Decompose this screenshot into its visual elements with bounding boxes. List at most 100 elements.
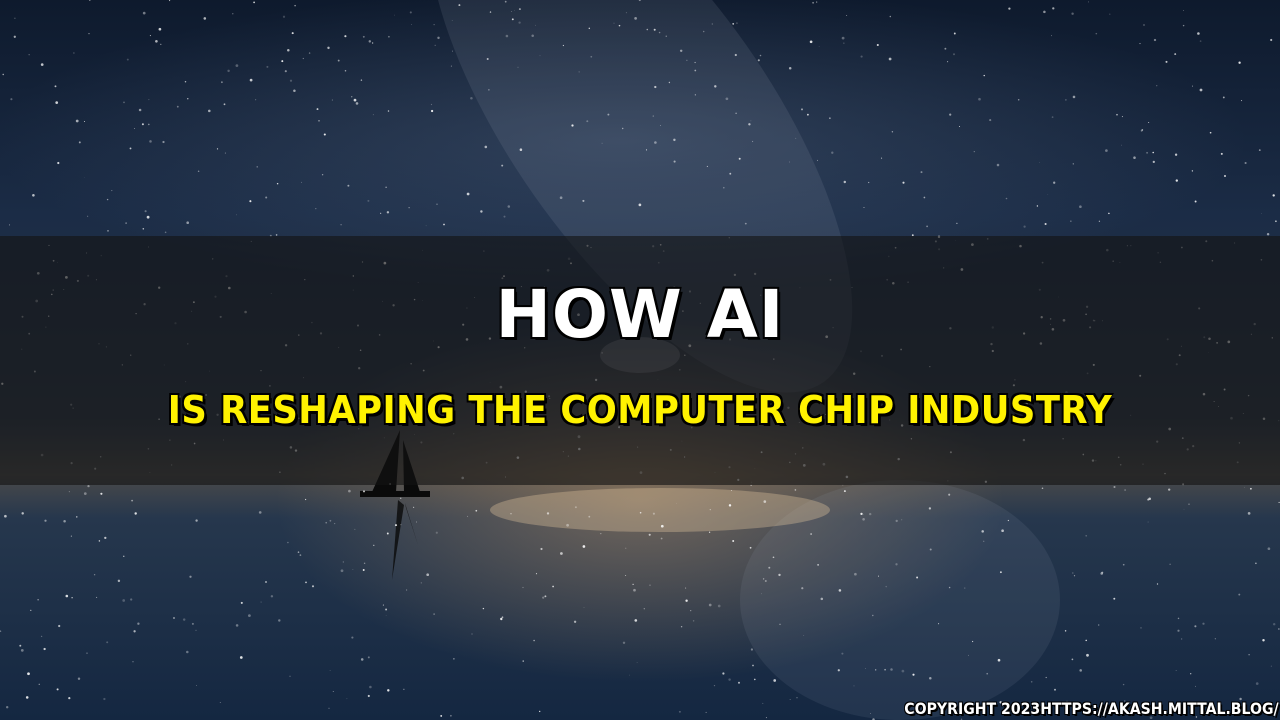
star xyxy=(901,519,903,521)
star xyxy=(289,675,291,677)
star xyxy=(916,576,919,579)
star xyxy=(694,61,696,64)
star xyxy=(983,74,985,77)
star xyxy=(690,610,692,612)
star xyxy=(363,562,366,564)
star xyxy=(772,556,775,559)
star xyxy=(40,635,43,638)
star xyxy=(1079,669,1082,672)
star xyxy=(149,35,151,37)
star xyxy=(956,222,958,225)
star xyxy=(325,521,327,524)
star xyxy=(676,502,677,504)
star xyxy=(1255,562,1257,565)
star xyxy=(870,713,871,714)
star xyxy=(973,151,975,153)
star xyxy=(355,102,359,105)
star xyxy=(1105,149,1108,152)
star xyxy=(500,617,503,621)
star xyxy=(1183,508,1185,510)
star xyxy=(352,568,354,570)
star xyxy=(21,512,24,515)
star xyxy=(43,647,46,651)
star xyxy=(1007,519,1010,522)
star xyxy=(362,490,366,493)
star xyxy=(1109,13,1111,15)
star xyxy=(340,569,344,573)
star xyxy=(284,70,287,73)
star xyxy=(1133,156,1136,159)
star xyxy=(416,521,417,523)
star xyxy=(387,689,390,692)
star xyxy=(1224,175,1226,177)
star xyxy=(331,99,333,101)
star xyxy=(708,531,711,533)
star xyxy=(329,670,331,672)
star xyxy=(425,225,427,227)
star xyxy=(436,203,438,205)
star xyxy=(709,508,711,511)
star xyxy=(1070,220,1072,222)
star xyxy=(1071,12,1074,15)
star xyxy=(801,587,804,590)
star xyxy=(765,717,767,719)
star xyxy=(1194,625,1197,628)
star xyxy=(1113,597,1116,600)
star xyxy=(184,81,187,83)
star xyxy=(1180,638,1183,640)
star xyxy=(282,15,286,18)
star xyxy=(426,573,430,577)
star xyxy=(249,78,253,82)
star xyxy=(70,535,72,537)
star xyxy=(837,669,840,672)
star xyxy=(660,524,664,528)
star xyxy=(1051,116,1054,118)
star xyxy=(507,205,511,208)
star xyxy=(789,699,791,700)
star xyxy=(884,668,886,671)
star xyxy=(289,79,293,82)
star xyxy=(1168,488,1171,491)
star xyxy=(176,105,179,108)
star xyxy=(732,540,735,542)
star xyxy=(249,200,252,203)
star xyxy=(999,571,1002,574)
star xyxy=(895,563,898,566)
star xyxy=(1036,205,1039,207)
star xyxy=(996,163,1000,167)
star xyxy=(686,59,688,61)
star xyxy=(1247,512,1251,515)
star xyxy=(149,140,152,143)
star xyxy=(362,569,365,571)
star xyxy=(40,63,44,66)
star xyxy=(889,15,892,18)
star xyxy=(633,588,636,592)
star xyxy=(875,669,877,671)
star xyxy=(440,714,443,717)
star xyxy=(829,117,831,119)
star xyxy=(1124,489,1126,491)
star xyxy=(810,533,812,535)
star xyxy=(812,1,815,4)
star xyxy=(1073,575,1076,577)
star xyxy=(38,683,40,685)
star xyxy=(433,24,435,26)
star xyxy=(388,35,390,38)
star xyxy=(315,208,317,210)
star xyxy=(1220,152,1223,155)
star xyxy=(971,640,974,643)
star xyxy=(846,15,848,16)
star xyxy=(68,697,71,700)
star xyxy=(475,509,478,512)
star xyxy=(1262,639,1265,642)
star xyxy=(100,492,103,495)
star xyxy=(106,198,109,201)
star xyxy=(753,678,756,681)
star xyxy=(281,60,284,63)
star xyxy=(1270,665,1272,667)
star xyxy=(539,710,541,713)
star xyxy=(613,22,615,24)
star xyxy=(89,0,91,1)
star xyxy=(1272,622,1276,626)
star xyxy=(872,614,874,617)
